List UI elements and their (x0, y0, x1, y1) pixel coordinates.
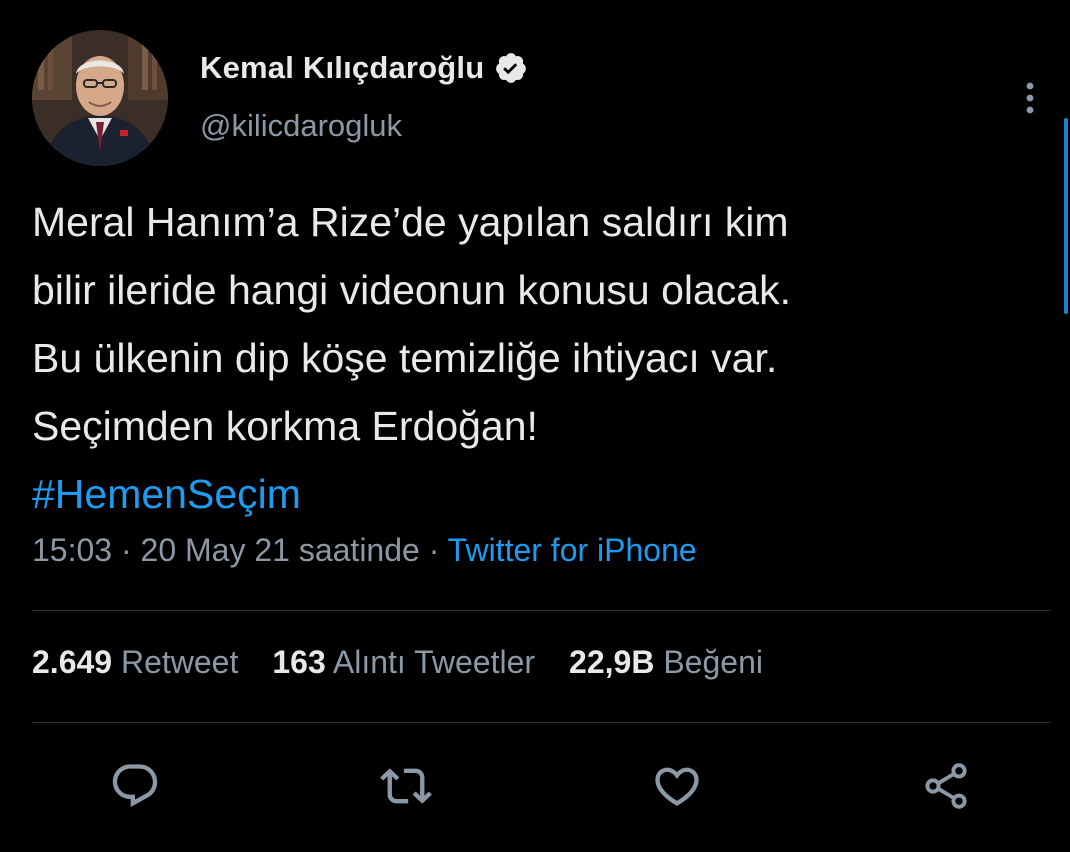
quote-label: Alıntı Tweetler (332, 644, 536, 680)
retweet-count-link[interactable]: 2.649 Retweet (32, 644, 238, 681)
tweet-stats: 2.649 Retweet 163 Alıntı Tweetler 22,9B … (32, 644, 797, 681)
tweet-line: Bu ülkenin dip köşe temizliğe ihtiyacı v… (32, 335, 778, 381)
tweet-line: Seçimden korkma Erdoğan! (32, 403, 538, 449)
hashtag-link[interactable]: #HemenSeçim (32, 460, 1042, 528)
display-name[interactable]: Kemal Kılıçdaroğlu (200, 50, 484, 86)
like-count-link[interactable]: 22,9B Beğeni (569, 644, 763, 681)
meta-separator: · (112, 532, 141, 568)
reply-button[interactable] (109, 760, 161, 812)
retweet-button[interactable] (380, 760, 432, 812)
reply-icon (112, 764, 158, 808)
tweet-date[interactable]: 20 May 21 saatinde (141, 532, 420, 568)
retweet-label: Retweet (120, 644, 239, 680)
like-button[interactable] (651, 760, 703, 812)
like-count: 22,9B (569, 644, 655, 680)
retweet-icon (380, 768, 432, 804)
meta-separator: · (419, 532, 448, 568)
retweet-count: 2.649 (32, 644, 113, 680)
like-label: Beğeni (663, 644, 763, 680)
like-icon (655, 767, 699, 806)
scrollbar[interactable] (1064, 118, 1068, 314)
avatar[interactable] (32, 30, 168, 166)
tweet-meta: 15:03 · 20 May 21 saatinde · Twitter for… (32, 532, 697, 569)
tweet-line: Meral Hanım’a Rize’de yapılan saldırı ki… (32, 199, 789, 245)
tweet-text: Meral Hanım’a Rize’de yapılan saldırı ki… (32, 188, 1042, 528)
divider (32, 610, 1050, 611)
share-icon (925, 763, 967, 809)
user-handle[interactable]: @kilicdarogluk (200, 108, 402, 144)
name-row[interactable]: Kemal Kılıçdaroğlu (200, 46, 528, 90)
tweet-time[interactable]: 15:03 (32, 532, 112, 568)
verified-badge-icon (494, 51, 528, 85)
tweet-source-link[interactable]: Twitter for iPhone (448, 532, 697, 568)
share-button[interactable] (920, 760, 972, 812)
more-options-icon[interactable] (1016, 78, 1044, 118)
quote-count-link[interactable]: 163 Alıntı Tweetler (272, 644, 535, 681)
divider (32, 722, 1050, 723)
tweet-line: bilir ileride hangi videonun konusu olac… (32, 267, 791, 313)
quote-count: 163 (272, 644, 326, 680)
